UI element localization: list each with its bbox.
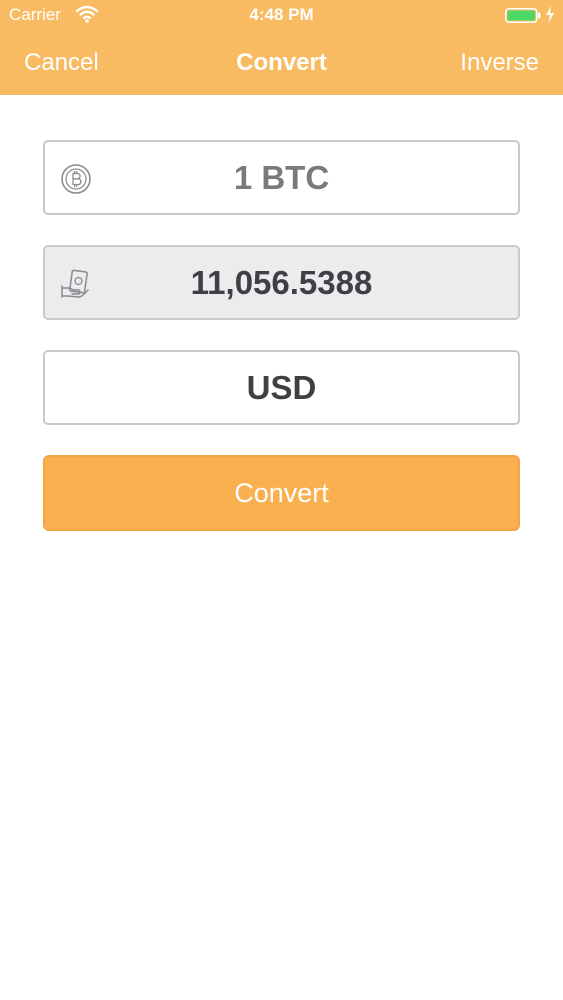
- header: Carrier 4:48 PM Cancel Convert Inverse: [0, 0, 563, 95]
- inverse-button[interactable]: Inverse: [460, 49, 539, 77]
- charging-bolt-icon: [546, 6, 554, 23]
- nav-bar: Cancel Convert Inverse: [0, 44, 563, 84]
- battery-icon: [505, 8, 541, 23]
- amount-value: 1 BTC: [233, 158, 330, 196]
- currency-select[interactable]: USD: [43, 350, 520, 425]
- convert-button[interactable]: Convert: [43, 455, 520, 531]
- amount-input[interactable]: 1 BTC: [43, 140, 520, 215]
- result-field: 11,056.5388: [43, 245, 520, 320]
- status-bar: Carrier 4:48 PM: [0, 0, 563, 30]
- result-value: 11,056.5388: [190, 263, 373, 301]
- currency-value: USD: [246, 368, 317, 406]
- status-time: 4:48 PM: [249, 5, 314, 24]
